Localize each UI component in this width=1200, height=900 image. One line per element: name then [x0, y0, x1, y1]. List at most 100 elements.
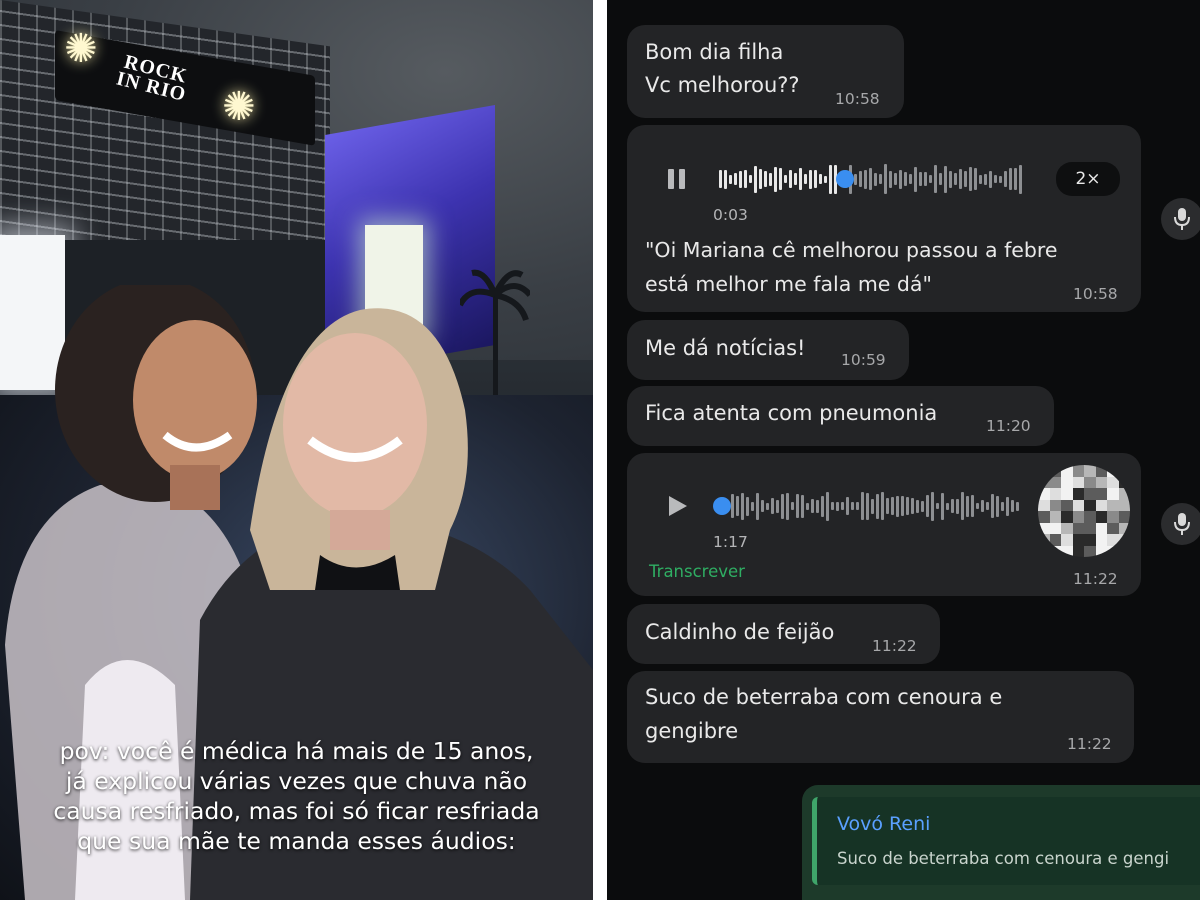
- waveform-bar: [804, 174, 807, 184]
- audio-duration: 1:17: [713, 533, 748, 551]
- message-bubble[interactable]: Bom dia filha Vc melhorou?? 10:58: [627, 25, 904, 118]
- waveform-bar: [786, 492, 789, 520]
- waveform-bar: [859, 171, 862, 187]
- audio-message-bubble[interactable]: 1:17 Transcrever 11:22: [627, 453, 1141, 596]
- avatar-pixel: [1095, 545, 1107, 557]
- avatar-pixel: [1061, 488, 1073, 500]
- avatar-pixel: [1049, 545, 1061, 557]
- message-text: Suco de beterraba com cenoura e: [645, 685, 1003, 709]
- waveform-bar: [869, 168, 872, 190]
- waveform-bar: [986, 502, 989, 510]
- waveform-bar: [794, 173, 797, 185]
- waveform-bar: [901, 496, 904, 516]
- waveform-bar: [919, 172, 922, 186]
- waveform-bar: [924, 172, 927, 186]
- avatar-pixel: [1095, 522, 1107, 534]
- waveform-bar: [929, 175, 932, 183]
- pause-icon[interactable]: [665, 167, 689, 191]
- caption-line-3: causa resfriado, mas foi só ficar resfri…: [53, 797, 540, 825]
- waveform-bar: [1004, 171, 1007, 187]
- waveform-bar: [979, 174, 982, 184]
- waveform-bar: [729, 174, 732, 184]
- avatar-pixel: [1118, 499, 1130, 511]
- waveform-bar: [959, 169, 962, 189]
- message-bubble[interactable]: Caldinho de feijão 11:22: [627, 604, 940, 664]
- avatar-pixel: [1107, 499, 1119, 511]
- waveform-bar: [946, 502, 949, 510]
- avatar-pixel: [1107, 488, 1119, 500]
- avatar-pixel: [1084, 499, 1096, 511]
- waveform-bar: [831, 502, 834, 510]
- waveform-bar: [949, 170, 952, 188]
- mic-icon[interactable]: [1161, 198, 1200, 240]
- waveform-bar: [784, 175, 787, 183]
- waveform-bar: [761, 500, 764, 512]
- avatar-pixel: [1095, 499, 1107, 511]
- waveform-bar: [916, 499, 919, 513]
- message-time: 11:20: [986, 417, 1031, 435]
- panel-divider: [593, 0, 607, 900]
- waveform-bar: [966, 495, 969, 517]
- audio-waveform[interactable]: [731, 489, 1019, 523]
- avatar-pixel: [1049, 511, 1061, 523]
- avatar-pixel: [1107, 511, 1119, 523]
- avatar-pixel: [1072, 511, 1084, 523]
- audio-progress-handle[interactable]: [713, 497, 731, 515]
- waveform-bar: [856, 502, 859, 510]
- waveform-bar: [776, 499, 779, 513]
- message-text: Vc melhorou??: [645, 73, 800, 97]
- sender-avatar[interactable]: [1038, 465, 1130, 557]
- avatar-pixel: [1107, 476, 1119, 488]
- waveform-bar: [814, 170, 817, 188]
- playback-speed-button[interactable]: 2×: [1056, 162, 1120, 196]
- quoted-message[interactable]: Vovó Reni Suco de beterraba com cenoura …: [812, 797, 1200, 885]
- waveform-bar: [926, 495, 929, 517]
- waveform-bar: [889, 170, 892, 188]
- waveform-bar: [904, 172, 907, 186]
- waveform-bar: [886, 498, 889, 514]
- mic-icon[interactable]: [1161, 503, 1200, 545]
- avatar-pixel: [1118, 476, 1130, 488]
- outgoing-reply-bubble[interactable]: Vovó Reni Suco de beterraba com cenoura …: [802, 785, 1200, 900]
- waveform-bar: [749, 175, 752, 183]
- message-time: 10:58: [835, 90, 880, 108]
- avatar-pixel: [1061, 499, 1073, 511]
- avatar-pixel: [1118, 511, 1130, 523]
- avatar-pixel: [1118, 545, 1130, 557]
- audio-message-bubble[interactable]: 2× 0:03 "Oi Mariana cê melhorou passou a…: [627, 125, 1141, 312]
- waveform-bar: [896, 495, 899, 517]
- sun-logo-icon: ✺: [222, 84, 256, 130]
- transcribe-link[interactable]: Transcrever: [649, 562, 745, 581]
- waveform-bar: [981, 500, 984, 512]
- waveform-bar: [781, 493, 784, 519]
- message-bubble[interactable]: Me dá notícias! 10:59: [627, 320, 909, 380]
- waveform-bar: [881, 492, 884, 520]
- avatar-pixel: [1049, 534, 1061, 546]
- waveform-bar: [836, 501, 839, 511]
- waveform-bar: [1014, 168, 1017, 190]
- waveform-bar: [826, 491, 829, 521]
- message-bubble[interactable]: Fica atenta com pneumonia 11:20: [627, 386, 1054, 446]
- audio-elapsed: 0:03: [713, 206, 748, 224]
- avatar-pixel: [1038, 511, 1050, 523]
- play-icon[interactable]: [665, 494, 689, 518]
- avatar-pixel: [1084, 511, 1096, 523]
- avatar-pixel: [1095, 534, 1107, 546]
- waveform-bar: [931, 491, 934, 521]
- waveform-bar: [976, 503, 979, 509]
- audio-progress-handle[interactable]: [836, 170, 854, 188]
- avatar-pixel: [1038, 465, 1050, 477]
- waveform-bar: [906, 497, 909, 515]
- waveform-bar: [854, 173, 857, 185]
- avatar-pixel: [1049, 488, 1061, 500]
- waveform-bar: [746, 496, 749, 516]
- waveform-bar: [964, 171, 967, 187]
- audio-waveform[interactable]: [719, 162, 1022, 196]
- waveform-bar: [771, 498, 774, 514]
- avatar-pixel: [1072, 522, 1084, 534]
- message-bubble[interactable]: Suco de beterraba com cenoura e gengibre…: [627, 671, 1134, 763]
- waveform-bar: [934, 165, 937, 193]
- waveform-bar: [751, 501, 754, 511]
- waveform-bar: [879, 174, 882, 184]
- waveform-bar: [894, 173, 897, 185]
